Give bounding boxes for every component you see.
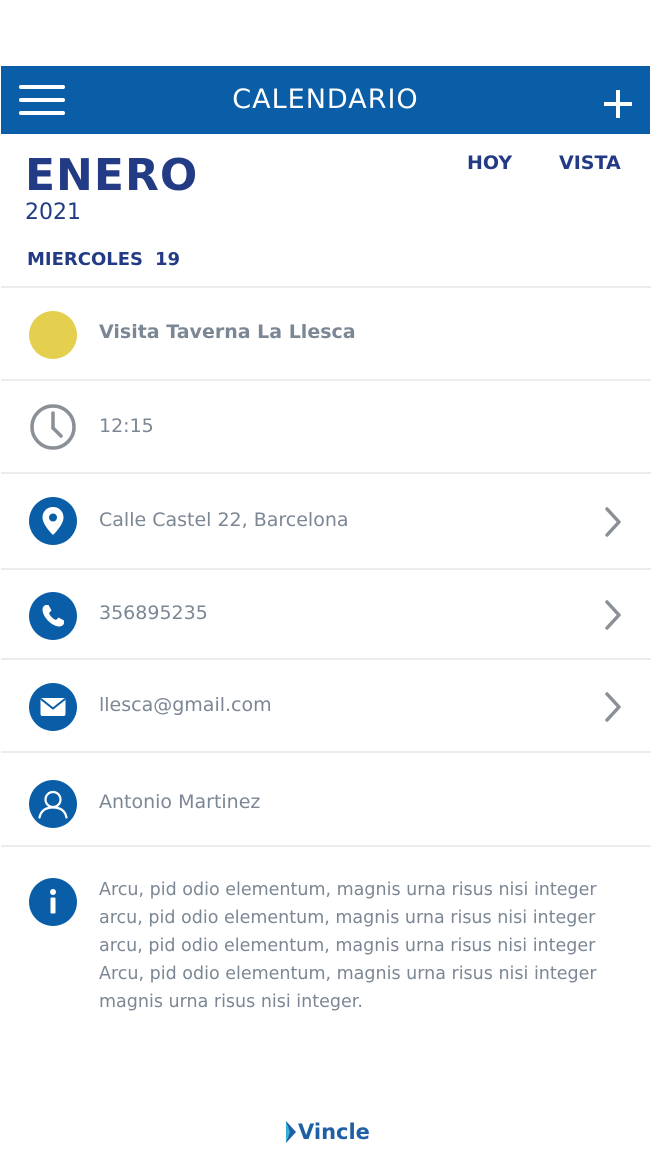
info-icon bbox=[29, 878, 77, 926]
event-contact-name: Antonio Martinez bbox=[99, 791, 261, 813]
chevron-right-icon[interactable] bbox=[603, 599, 623, 631]
event-address-row[interactable]: Calle Castel 22, Barcelona bbox=[1, 472, 651, 570]
vincle-logo: Vincle bbox=[284, 1118, 370, 1146]
year-label: 2021 bbox=[25, 200, 81, 225]
event-address: Calle Castel 22, Barcelona bbox=[99, 509, 349, 531]
event-phone-row[interactable]: 356895235 bbox=[1, 568, 651, 660]
event-description: Arcu, pid odio elementum, magnis urna ri… bbox=[99, 880, 597, 1012]
event-email: llesca@gmail.com bbox=[99, 694, 272, 716]
plus-icon[interactable] bbox=[602, 88, 634, 120]
logo-text: Vincle bbox=[298, 1120, 370, 1144]
event-title: Visita Taverna La Llesca bbox=[99, 321, 356, 343]
day-number: 19 bbox=[155, 249, 181, 270]
selected-day: MIERCOLES 19 bbox=[27, 249, 180, 270]
clock-icon bbox=[29, 403, 77, 451]
envelope-icon bbox=[29, 683, 77, 731]
chevron-right-icon[interactable] bbox=[603, 691, 623, 723]
today-button[interactable]: HOY bbox=[467, 152, 512, 174]
location-pin-icon bbox=[29, 497, 77, 545]
event-title-row: Visita Taverna La Llesca bbox=[1, 286, 651, 381]
event-time-row: 12:15 bbox=[1, 379, 651, 474]
event-color-dot-icon bbox=[29, 311, 77, 359]
view-button[interactable]: VISTA bbox=[559, 152, 621, 174]
app-title: CALENDARIO bbox=[232, 84, 419, 115]
chevron-right-icon[interactable] bbox=[603, 506, 623, 538]
vincle-logo-mark-icon bbox=[286, 1121, 296, 1143]
app-header: CALENDARIO bbox=[1, 66, 650, 134]
phone-icon bbox=[29, 592, 77, 640]
weekday-label: MIERCOLES bbox=[27, 249, 144, 270]
event-contact-row: Antonio Martinez bbox=[1, 751, 651, 847]
user-icon bbox=[29, 780, 77, 828]
event-time: 12:15 bbox=[99, 415, 154, 437]
month-title: ENERO bbox=[25, 150, 199, 201]
event-email-row[interactable]: llesca@gmail.com bbox=[1, 658, 651, 753]
event-phone: 356895235 bbox=[99, 602, 208, 624]
